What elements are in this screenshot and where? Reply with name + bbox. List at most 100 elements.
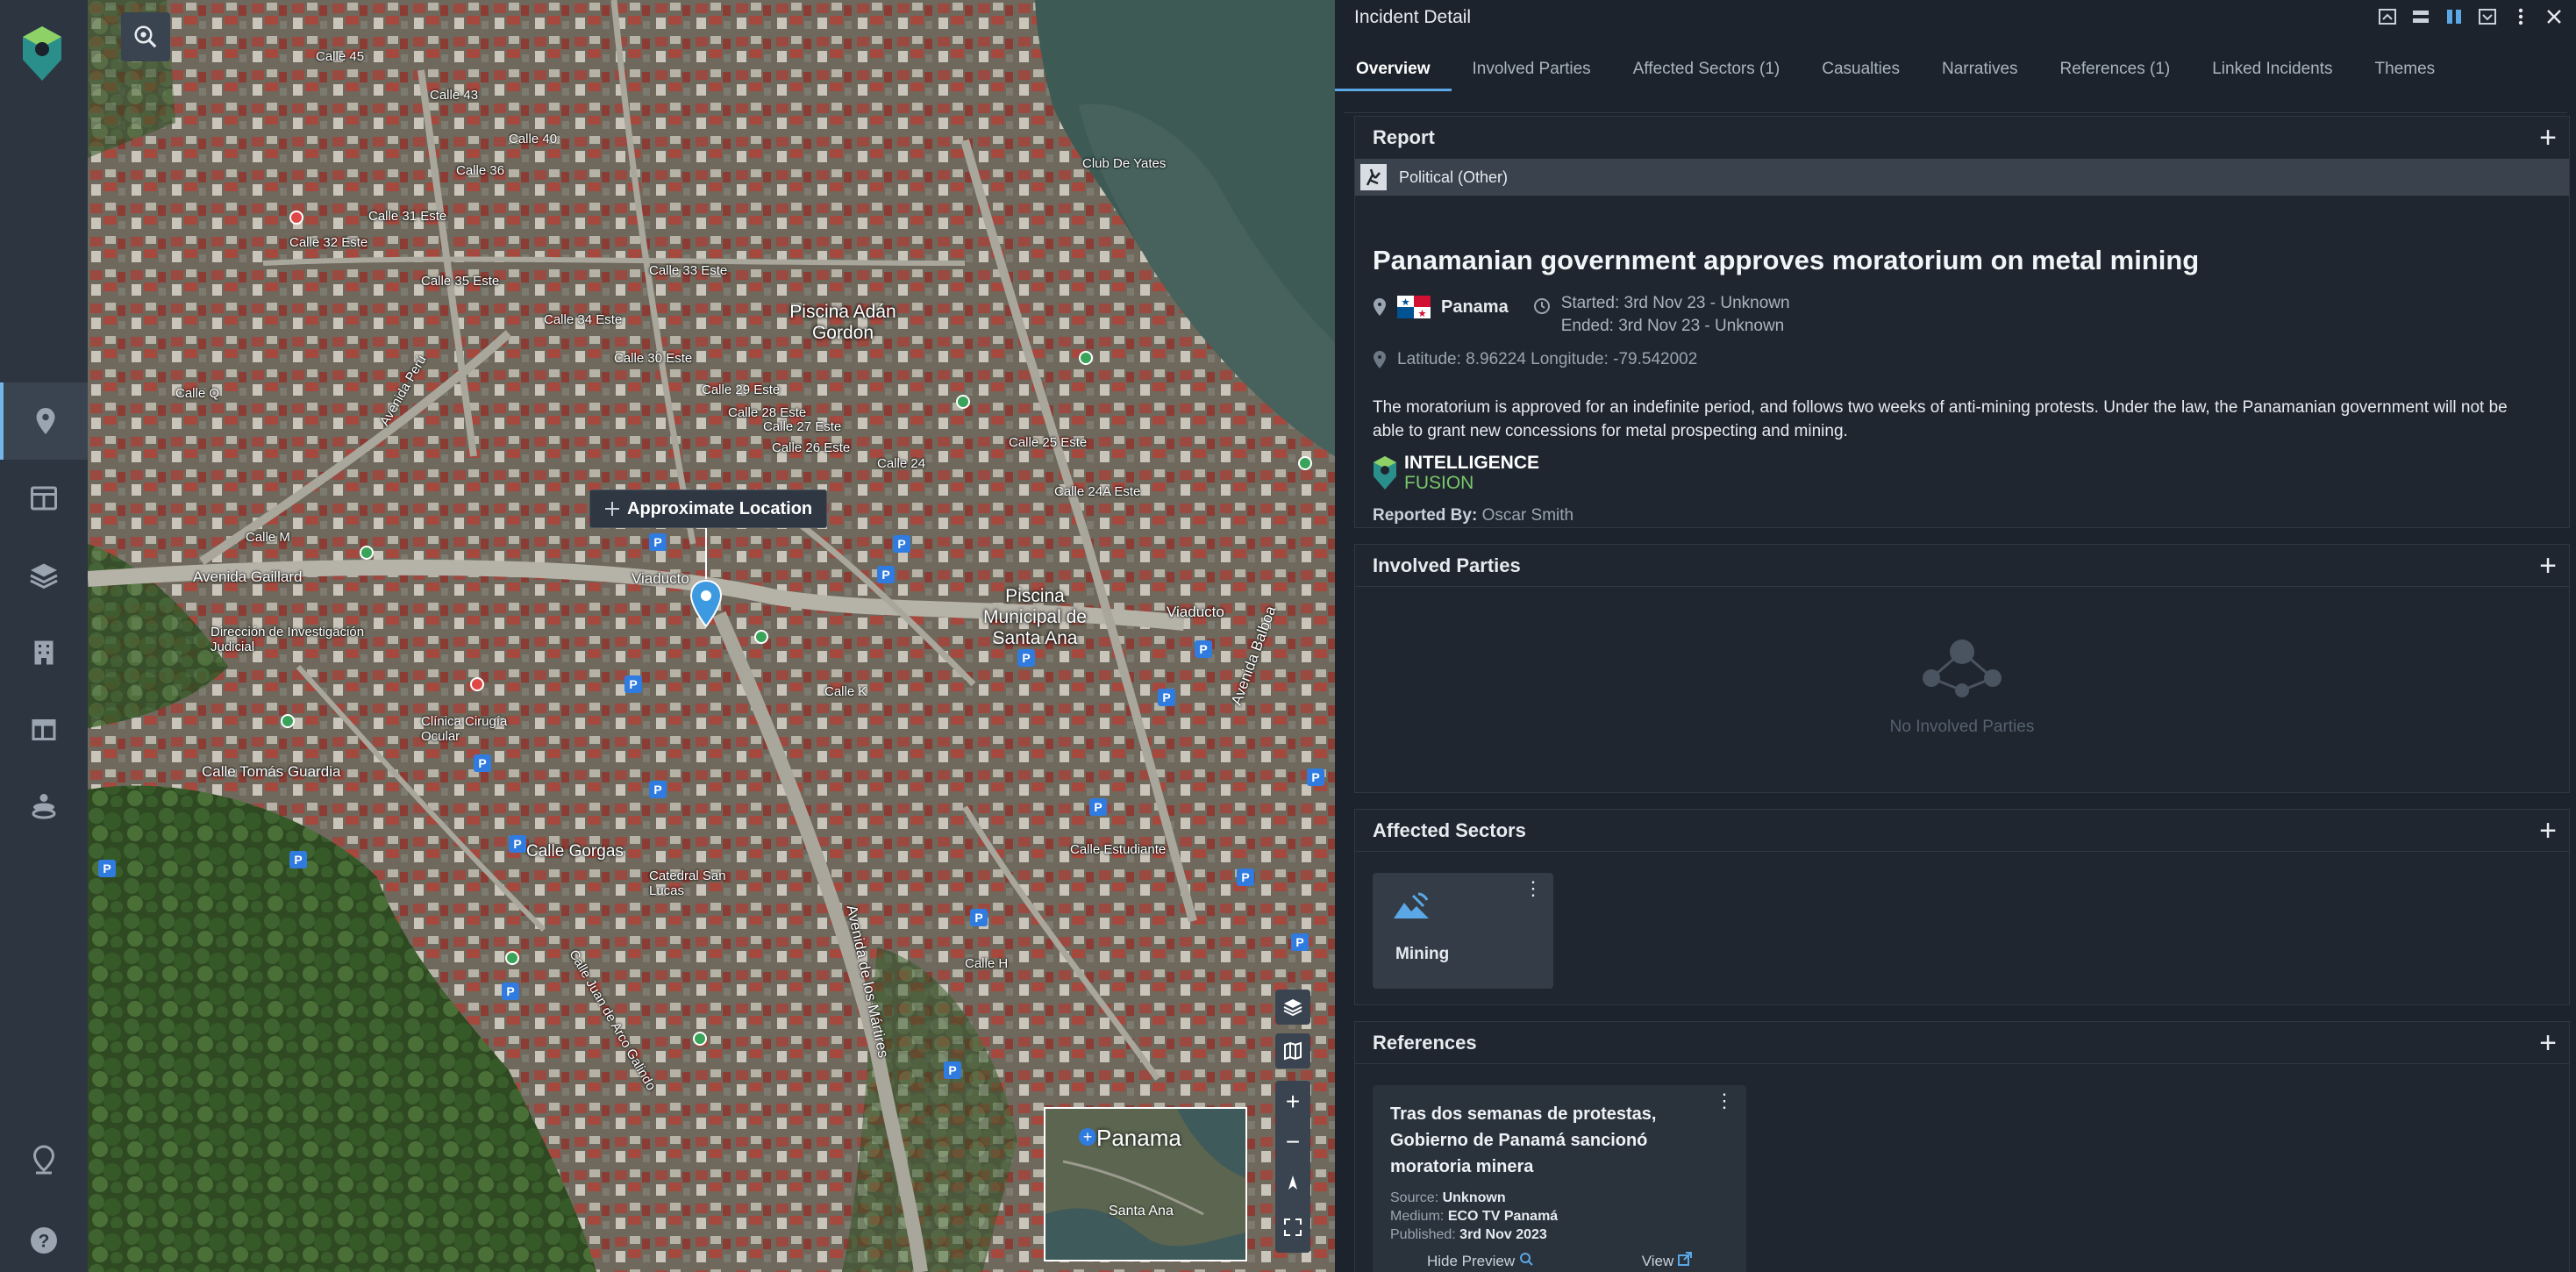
parking-pin[interactable]: P: [1291, 933, 1309, 951]
parking-pin[interactable]: P: [509, 835, 526, 853]
compass-button[interactable]: [1275, 1163, 1310, 1202]
poi-label: Piscina Adán Gordon: [789, 302, 896, 343]
tab-involved-parties[interactable]: Involved Parties: [1452, 60, 1612, 91]
parking-pin[interactable]: P: [649, 781, 667, 798]
rows-layout-icon: [2413, 11, 2429, 23]
parking-pin[interactable]: P: [289, 851, 307, 868]
parking-pin[interactable]: P: [98, 860, 116, 877]
minimap-marker-icon: +: [1079, 1128, 1096, 1146]
published-label: Published:: [1390, 1227, 1456, 1242]
poi-pin[interactable]: [1079, 351, 1093, 365]
parking-pin[interactable]: P: [624, 675, 642, 693]
tab-narratives[interactable]: Narratives: [1921, 60, 2039, 91]
sector-tile-mining[interactable]: ⋮ Mining: [1373, 873, 1553, 989]
poi-label: Dirección de Investigación Judicial: [211, 625, 365, 654]
map-basemap-button[interactable]: [1275, 1033, 1310, 1068]
street-label: Viaducto: [1167, 604, 1224, 620]
parking-pin[interactable]: P: [474, 754, 491, 772]
zoom-in-button[interactable]: +: [1275, 1083, 1310, 1121]
street-label: Avenida Gaillard: [193, 568, 303, 585]
location-pin-icon: [1374, 351, 1386, 368]
expand-layout-icon: [2379, 9, 2396, 25]
approximate-location-tooltip: Approximate Location: [589, 490, 828, 528]
street-label: Calle 30 Este: [614, 351, 693, 366]
reference-meta: Source: Unknown Medium: ECO TV Panamá Pu…: [1390, 1189, 1558, 1244]
tab-affected-sectors[interactable]: Affected Sectors (1): [1612, 60, 1802, 91]
app-logo-icon[interactable]: [19, 25, 65, 82]
zoom-out-button[interactable]: −: [1275, 1123, 1310, 1161]
tab-references[interactable]: References (1): [2039, 60, 2192, 91]
source-value: Unknown: [1442, 1190, 1506, 1205]
incident-location-pin-icon[interactable]: [689, 579, 723, 628]
medical-pin[interactable]: [470, 677, 484, 691]
nav-table-button[interactable]: [0, 691, 88, 768]
parking-pin[interactable]: P: [1089, 798, 1107, 816]
nav-map-button[interactable]: [0, 382, 88, 460]
fullscreen-button[interactable]: [1275, 1209, 1310, 1247]
view-reference-button[interactable]: View: [1641, 1252, 1693, 1270]
tab-themes[interactable]: Themes: [2354, 60, 2457, 91]
poi-pin[interactable]: [956, 395, 970, 409]
poi-pin[interactable]: [693, 1032, 707, 1046]
coordinates-row: Latitude: 8.96224 Longitude: -79.542002: [1373, 350, 1697, 369]
layout-rows-button[interactable]: [2409, 5, 2432, 28]
poi-pin[interactable]: [1298, 456, 1312, 470]
add-involved-party-button[interactable]: +: [2539, 551, 2557, 581]
incident-detail-panel: Incident Detail Overview Involved Partie…: [1335, 0, 2576, 1272]
view-label: View: [1641, 1253, 1674, 1269]
parking-pin[interactable]: P: [1237, 868, 1254, 886]
poi-pin[interactable]: [754, 630, 768, 644]
add-report-button[interactable]: +: [2539, 123, 2557, 153]
poi-pin[interactable]: [505, 951, 519, 965]
nav-dashboard-button[interactable]: [0, 460, 88, 537]
parking-pin[interactable]: P: [877, 566, 895, 583]
close-panel-button[interactable]: [2543, 5, 2565, 28]
parking-pin[interactable]: P: [1017, 649, 1035, 667]
nav-location-button[interactable]: [0, 1121, 88, 1198]
tab-overview[interactable]: Overview: [1335, 60, 1452, 91]
sector-options-button[interactable]: ⋮: [1523, 879, 1543, 898]
parking-pin[interactable]: P: [1307, 768, 1324, 786]
parking-pin[interactable]: P: [893, 535, 910, 553]
nav-stack-button[interactable]: [0, 768, 88, 846]
parking-pin[interactable]: P: [1195, 640, 1212, 658]
panama-flag-icon: [1397, 296, 1431, 318]
street-label: Calle 24A Este: [1054, 484, 1141, 499]
map-search-button[interactable]: [121, 12, 170, 61]
category-bar: Political (Other): [1355, 159, 2569, 196]
reference-options-button[interactable]: ⋮: [1715, 1091, 1734, 1111]
medium-value: ECO TV Panamá: [1447, 1209, 1559, 1224]
parking-pin[interactable]: P: [970, 909, 988, 926]
street-label: Calle 24: [877, 456, 926, 471]
minimap[interactable]: + Panama Santa Ana: [1044, 1107, 1247, 1261]
map-layers-button[interactable]: [1275, 990, 1310, 1025]
parking-pin[interactable]: P: [1158, 689, 1175, 706]
reference-tile[interactable]: ⋮ Tras dos semanas de protestas, Gobiern…: [1373, 1085, 1746, 1272]
map-view[interactable]: Calle 45 Calle 43 Calle 40 Calle 36 Call…: [88, 0, 1335, 1272]
more-options-button[interactable]: [2509, 5, 2532, 28]
nav-layers-button[interactable]: [0, 537, 88, 614]
tab-casualties[interactable]: Casualties: [1801, 60, 1921, 91]
layout-expand-button[interactable]: [2376, 5, 2399, 28]
intelligence-fusion-logo-icon: [1374, 456, 1396, 490]
layout-columns-button[interactable]: [2443, 5, 2465, 28]
layout-collapse-button[interactable]: [2476, 5, 2499, 28]
medical-pin[interactable]: [289, 211, 303, 225]
references-card: References + ⋮ Tras dos semanas de prote…: [1354, 1021, 2570, 1272]
reported-by-label: Reported By:: [1373, 506, 1478, 525]
approximate-location-label: Approximate Location: [627, 498, 813, 518]
tab-linked-incidents[interactable]: Linked Incidents: [2191, 60, 2353, 91]
nav-help-button[interactable]: ?: [0, 1202, 88, 1272]
add-reference-button[interactable]: +: [2539, 1028, 2557, 1058]
add-sector-button[interactable]: +: [2539, 816, 2557, 846]
hide-preview-button[interactable]: Hide Preview: [1427, 1252, 1533, 1270]
dashboard-icon: [31, 486, 57, 511]
poi-pin[interactable]: [281, 714, 295, 728]
parking-pin[interactable]: P: [502, 983, 519, 1000]
poi-pin[interactable]: [360, 546, 374, 560]
parking-pin[interactable]: P: [944, 1061, 961, 1079]
nav-building-button[interactable]: [0, 614, 88, 691]
parking-pin[interactable]: P: [649, 533, 667, 551]
affected-sectors-card: Affected Sectors + ⋮ Mining: [1354, 809, 2570, 1005]
street-label: Calle 27 Este: [763, 419, 842, 434]
